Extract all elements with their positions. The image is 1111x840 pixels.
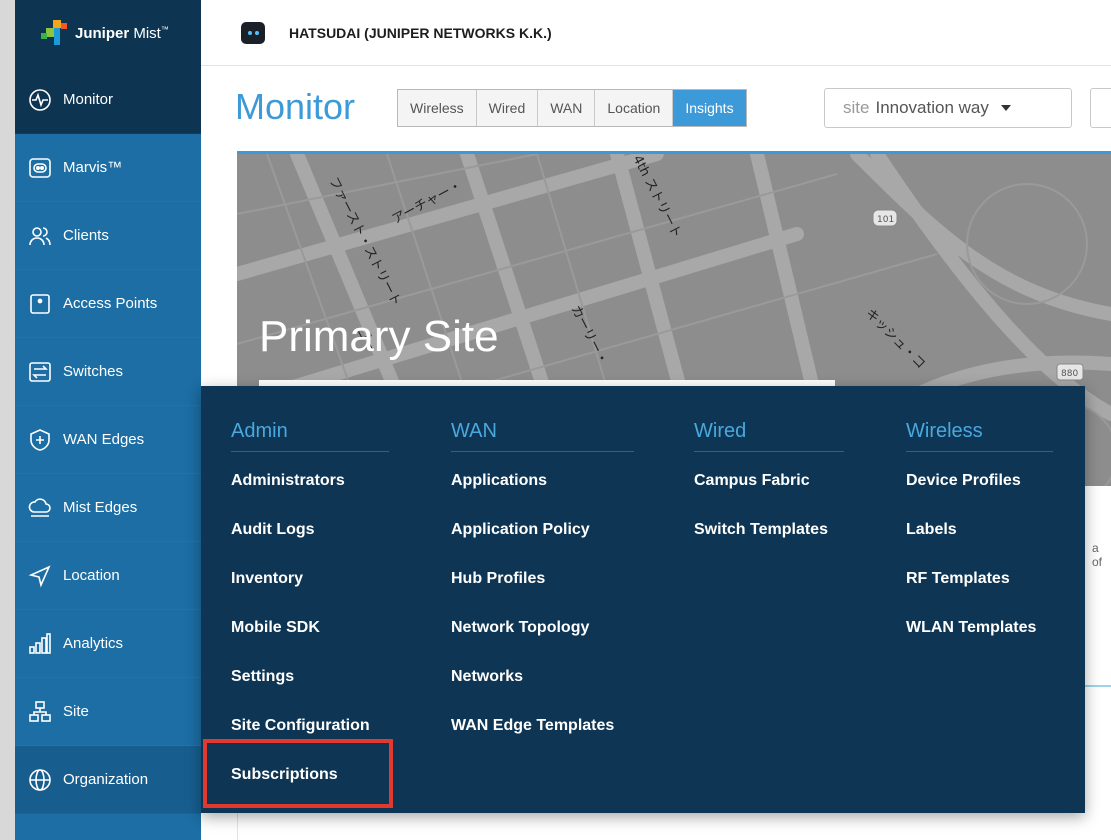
sidebar-item-label: Site <box>63 703 89 720</box>
org-name[interactable]: HATSUDAI (JUNIPER NETWORKS K.K.) <box>289 25 552 41</box>
sidebar-item-label: WAN Edges <box>63 431 145 448</box>
sidebar-item-marvis[interactable]: Marvis™ <box>15 134 201 202</box>
site-selector-label: site <box>843 98 870 117</box>
top-bar: HATSUDAI (JUNIPER NETWORKS K.K.) <box>201 0 1111 66</box>
brand-name: Juniper Mist™ <box>75 24 169 42</box>
menu-heading: Wireless <box>906 420 1053 452</box>
menu-item-wlan-templates[interactable]: WLAN Templates <box>906 603 1053 652</box>
wan-edge-icon <box>27 427 53 453</box>
menu-column-wan: WAN Applications Application Policy Hub … <box>451 420 634 750</box>
globe-icon <box>27 767 53 793</box>
access-point-icon <box>27 291 53 317</box>
tab-wireless[interactable]: Wireless <box>398 90 477 126</box>
site-selector-value: Innovation way <box>875 98 989 117</box>
menu-item-audit-logs[interactable]: Audit Logs <box>231 505 389 554</box>
highway-label: 880 <box>1061 369 1078 379</box>
menu-item-hub-profiles[interactable]: Hub Profiles <box>451 554 634 603</box>
highway-label: 101 <box>877 215 894 225</box>
menu-item-inventory[interactable]: Inventory <box>231 554 389 603</box>
menu-item-settings[interactable]: Settings <box>231 652 389 701</box>
menu-heading: Admin <box>231 420 389 452</box>
brand-logo[interactable]: Juniper Mist™ <box>15 0 201 66</box>
sidebar-item-mist-edges[interactable]: Mist Edges <box>15 474 201 542</box>
monitor-pulse-icon <box>27 87 53 113</box>
menu-item-network-topology[interactable]: Network Topology <box>451 603 634 652</box>
sidebar-item-label: Access Points <box>63 295 158 312</box>
tab-insights[interactable]: Insights <box>673 90 746 126</box>
sidebar-item-label: Mist Edges <box>63 499 138 516</box>
sidebar-item-label: Marvis™ <box>63 159 123 176</box>
location-icon <box>27 563 53 589</box>
map-street-label: キッシュ・コ <box>862 306 928 372</box>
sidebar-item-location[interactable]: Location <box>15 542 201 610</box>
org-avatar-icon[interactable] <box>241 21 265 44</box>
sidebar: Juniper Mist™ Monitor Marvis™ Clients Ac… <box>15 0 201 840</box>
sidebar-item-wan-edges[interactable]: WAN Edges <box>15 406 201 474</box>
menu-item-applications[interactable]: Applications <box>451 456 634 505</box>
sidebar-item-label: Organization <box>63 771 149 788</box>
sidebar-item-label: Location <box>63 567 120 584</box>
sidebar-item-organization[interactable]: Organization <box>15 746 201 814</box>
clients-icon <box>27 223 53 249</box>
chevron-down-icon <box>1000 105 1011 111</box>
sidebar-item-site[interactable]: Site <box>15 678 201 746</box>
site-title: Primary Site <box>259 312 499 361</box>
menu-item-mobile-sdk[interactable]: Mobile SDK <box>231 603 389 652</box>
sidebar-item-clients[interactable]: Clients <box>15 202 201 270</box>
menu-item-rf-templates[interactable]: RF Templates <box>906 554 1053 603</box>
highlight-box <box>203 739 393 808</box>
menu-heading: WAN <box>451 420 634 452</box>
window-frame <box>0 0 15 840</box>
switch-icon <box>27 359 53 385</box>
menu-item-campus-fabric[interactable]: Campus Fabric <box>694 456 844 505</box>
analytics-icon <box>27 631 53 657</box>
truncated-text: a of <box>1092 541 1103 569</box>
page-title: Monitor <box>235 86 356 127</box>
tab-wan[interactable]: WAN <box>538 90 596 126</box>
content-divider <box>1085 685 1111 687</box>
menu-item-administrators[interactable]: Administrators <box>231 456 389 505</box>
sidebar-item-monitor[interactable]: Monitor <box>15 66 201 134</box>
menu-item-application-policy[interactable]: Application Policy <box>451 505 634 554</box>
mist-edge-icon <box>27 495 53 521</box>
tab-wired[interactable]: Wired <box>476 90 539 126</box>
menu-item-switch-templates[interactable]: Switch Templates <box>694 505 844 554</box>
menu-item-networks[interactable]: Networks <box>451 652 634 701</box>
sidebar-item-label: Clients <box>63 227 109 244</box>
monitor-tabs: Wireless Wired WAN Location Insights <box>397 89 747 127</box>
sidebar-item-switches[interactable]: Switches <box>15 338 201 406</box>
sidebar-item-access-points[interactable]: Access Points <box>15 270 201 338</box>
site-selector[interactable]: site Innovation way <box>824 88 1072 128</box>
sidebar-item-label: Monitor <box>63 91 114 108</box>
menu-item-device-profiles[interactable]: Device Profiles <box>906 456 1053 505</box>
site-icon <box>27 699 53 725</box>
secondary-selector[interactable] <box>1090 88 1111 128</box>
tab-location[interactable]: Location <box>595 90 674 126</box>
menu-item-labels[interactable]: Labels <box>906 505 1053 554</box>
menu-heading: Wired <box>694 420 844 452</box>
sidebar-item-label: Switches <box>63 363 124 380</box>
juniper-logo-icon <box>41 20 69 46</box>
menu-item-wan-edge-templates[interactable]: WAN Edge Templates <box>451 701 634 750</box>
menu-column-wireless: Wireless Device Profiles Labels RF Templ… <box>906 420 1053 652</box>
marvis-icon <box>27 155 53 181</box>
sidebar-item-label: Analytics <box>63 635 124 652</box>
sidebar-item-analytics[interactable]: Analytics <box>15 610 201 678</box>
menu-column-wired: Wired Campus Fabric Switch Templates <box>694 420 844 554</box>
